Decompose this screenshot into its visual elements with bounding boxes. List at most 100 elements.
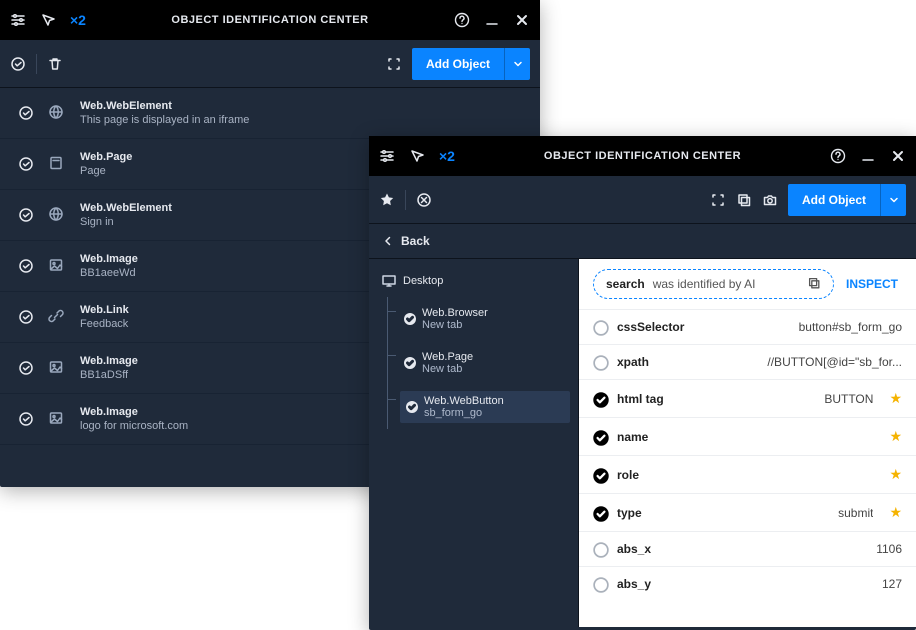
settings-icon[interactable] <box>10 12 26 28</box>
property-row[interactable]: abs_x1106 <box>579 531 916 566</box>
star-icon: ★ <box>889 428 902 445</box>
object-type: Web.WebElement <box>80 202 172 214</box>
check-icon <box>404 357 416 369</box>
check-circle-icon[interactable] <box>18 411 34 427</box>
tree-node-desc: New tab <box>422 363 473 375</box>
property-name: type <box>617 506 642 520</box>
copy-ai-icon[interactable] <box>807 276 821 293</box>
clear-icon[interactable] <box>416 192 432 208</box>
checked-circle-icon[interactable] <box>593 392 607 406</box>
minimize-icon[interactable] <box>860 148 876 164</box>
window-title: OBJECT IDENTIFICATION CENTER <box>463 150 822 162</box>
add-object-dropdown[interactable] <box>880 184 906 216</box>
tree-node-webbutton[interactable]: Web.WebButton sb_form_go <box>400 391 570 423</box>
object-desc: BB1aDSff <box>80 369 138 381</box>
property-name: role <box>617 468 639 482</box>
object-desc: logo for microsoft.com <box>80 420 188 432</box>
add-object-dropdown[interactable] <box>504 48 530 80</box>
property-list: cssSelectorbutton#sb_form_goxpath //BUTTO… <box>579 309 916 601</box>
property-value: //BUTTON[@id="sb_for... <box>767 355 902 369</box>
capture-region-icon[interactable] <box>386 56 402 72</box>
unchecked-circle-icon[interactable] <box>593 320 607 334</box>
check-circle-icon[interactable] <box>18 360 34 376</box>
checked-circle-icon[interactable] <box>593 430 607 444</box>
close-icon[interactable] <box>890 148 906 164</box>
object-type: Web.Image <box>80 355 138 367</box>
zoom-indicator[interactable]: ×2 <box>439 148 455 164</box>
property-name: xpath <box>617 355 649 369</box>
tree-node-desc: New tab <box>422 319 488 331</box>
tree-root[interactable]: Desktop <box>377 269 570 293</box>
checked-circle-icon[interactable] <box>593 468 607 482</box>
image-icon <box>48 410 66 428</box>
inspect-button[interactable]: INSPECT <box>842 277 902 291</box>
property-row[interactable]: xpath //BUTTON[@id="sb_for... <box>579 344 916 379</box>
property-row[interactable]: cssSelectorbutton#sb_form_go <box>579 309 916 344</box>
add-object-label[interactable]: Add Object <box>412 48 504 80</box>
back-button[interactable]: Back <box>369 224 916 259</box>
property-row[interactable]: name ★ <box>579 417 916 455</box>
copy-icon[interactable] <box>736 192 752 208</box>
toolbar: Add Object <box>369 176 916 224</box>
checked-circle-icon[interactable] <box>593 506 607 520</box>
cursor-icon[interactable] <box>40 12 56 28</box>
add-object-button[interactable]: Add Object <box>788 184 906 216</box>
star-icon: ★ <box>889 466 902 483</box>
check-circle-icon[interactable] <box>18 156 34 172</box>
check-icon <box>404 313 416 325</box>
divider <box>405 190 406 210</box>
ai-chip-text: was identified by AI <box>653 277 756 291</box>
globe-icon <box>48 104 66 122</box>
cursor-icon[interactable] <box>409 148 425 164</box>
property-value: button#sb_form_go <box>799 320 902 334</box>
check-circle-icon[interactable] <box>18 309 34 325</box>
image-icon <box>48 359 66 377</box>
property-row[interactable]: html tagBUTTON★ <box>579 379 916 417</box>
add-object-button[interactable]: Add Object <box>412 48 530 80</box>
tree-node-page[interactable]: Web.Page New tab <box>400 347 570 379</box>
image-icon <box>48 257 66 275</box>
check-circle-icon[interactable] <box>18 258 34 274</box>
help-icon[interactable] <box>454 12 470 28</box>
property-row[interactable]: abs_y127 <box>579 566 916 601</box>
star-icon[interactable] <box>379 192 395 208</box>
unchecked-circle-icon[interactable] <box>593 355 607 369</box>
object-row[interactable]: Web.WebElementThis page is displayed in … <box>0 88 540 139</box>
object-type: Web.Image <box>80 406 188 418</box>
toolbar: Add Object <box>0 40 540 88</box>
object-desc: Sign in <box>80 216 172 228</box>
object-type: Web.Page <box>80 151 132 163</box>
property-value: BUTTON <box>824 392 873 406</box>
globe-icon <box>48 206 66 224</box>
unchecked-circle-icon[interactable] <box>593 542 607 556</box>
settings-icon[interactable] <box>379 148 395 164</box>
unchecked-circle-icon[interactable] <box>593 577 607 591</box>
property-value: submit <box>838 506 873 520</box>
object-desc: BB1aeeWd <box>80 267 138 279</box>
property-row[interactable]: typesubmit★ <box>579 493 916 531</box>
check-icon <box>406 401 418 413</box>
select-all-icon[interactable] <box>10 56 26 72</box>
tree-root-label: Desktop <box>403 275 443 287</box>
object-desc: Feedback <box>80 318 129 330</box>
close-icon[interactable] <box>514 12 530 28</box>
divider <box>36 54 37 74</box>
object-type: Web.Link <box>80 304 129 316</box>
property-row[interactable]: role ★ <box>579 455 916 493</box>
check-circle-icon[interactable] <box>18 105 34 121</box>
check-circle-icon[interactable] <box>18 207 34 223</box>
add-object-label[interactable]: Add Object <box>788 184 880 216</box>
camera-icon[interactable] <box>762 192 778 208</box>
object-type: Web.Image <box>80 253 138 265</box>
tree-node-browser[interactable]: Web.Browser New tab <box>400 303 570 335</box>
property-name: name <box>617 430 648 444</box>
page-icon <box>48 155 66 173</box>
title-bar: ×2 OBJECT IDENTIFICATION CENTER <box>369 136 916 176</box>
zoom-indicator[interactable]: ×2 <box>70 12 86 28</box>
monitor-icon <box>381 273 397 289</box>
trash-icon[interactable] <box>47 56 63 72</box>
minimize-icon[interactable] <box>484 12 500 28</box>
help-icon[interactable] <box>830 148 846 164</box>
capture-region-icon[interactable] <box>710 192 726 208</box>
title-bar: ×2 OBJECT IDENTIFICATION CENTER <box>0 0 540 40</box>
